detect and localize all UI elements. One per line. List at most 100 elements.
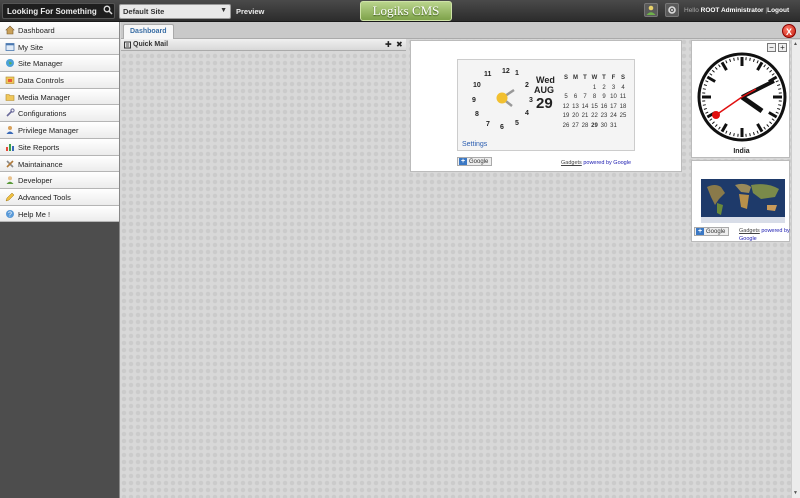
clock-number: 11	[484, 71, 492, 78]
sidebar-item-my-site[interactable]: My Site	[0, 38, 119, 56]
calendar-day-cell[interactable]: 15	[590, 104, 600, 110]
gadgets-link[interactable]: Gadgets	[561, 160, 582, 166]
weekday-header: S	[563, 75, 568, 81]
drag-handle-icon[interactable]	[124, 41, 131, 49]
calendar-day-cell[interactable]: 28	[580, 123, 590, 129]
calendar-day-cell[interactable]: 7	[580, 94, 590, 100]
clock-number: 5	[515, 120, 519, 127]
clock-tick	[733, 57, 735, 61]
help-icon: ?	[6, 209, 14, 218]
clock-number: 1	[515, 70, 519, 77]
weekday-header: T	[583, 75, 587, 81]
calendar-day-cell[interactable]: 30	[599, 123, 609, 129]
calendar-day-cell[interactable]: 2	[599, 85, 609, 91]
calendar-day-cell[interactable]: 1	[590, 85, 600, 91]
sidebar-item-maintainance[interactable]: Maintainance	[0, 155, 119, 173]
calendar-day-cell[interactable]: 16	[599, 104, 609, 110]
clock-number: 3	[529, 97, 533, 104]
sidebar-item-developer[interactable]: Developer	[0, 172, 119, 189]
quick-mail-widget-header[interactable]: Quick Mail ✚ ✖	[121, 39, 406, 51]
search-input[interactable]: Looking For Something	[2, 3, 115, 19]
clock-tick	[749, 133, 751, 137]
calendar-day-cell[interactable]: 6	[571, 94, 581, 100]
calendar-day-cell[interactable]: 27	[571, 123, 581, 129]
calendar-day-cell[interactable]: 18	[618, 104, 628, 110]
preview-link[interactable]: Preview	[236, 7, 264, 16]
sidebar-item-site-reports[interactable]: Site Reports	[0, 138, 119, 156]
sidebar-item-data-controls[interactable]: Data Controls	[0, 72, 119, 89]
wrench-icon	[6, 108, 15, 118]
logout-link[interactable]: Logout	[767, 7, 789, 14]
calendar-day-cell[interactable]: 20	[571, 113, 581, 119]
sidebar-item-label: Site Reports	[18, 142, 60, 152]
calendar-day-cell[interactable]: 24	[609, 113, 619, 119]
sidebar-item-site-manager[interactable]: Site Manager	[0, 55, 119, 73]
clock-number: 4	[525, 110, 529, 117]
calendar-day-cell[interactable]: 19	[561, 113, 571, 119]
sidebar-item-dashboard[interactable]: Dashboard	[0, 22, 119, 39]
close-tab-button[interactable]: X	[782, 24, 796, 38]
calendar-day-cell[interactable]: 21	[580, 113, 590, 119]
weekday-header: S	[620, 75, 625, 81]
sidebar-item-help[interactable]: ? Help Me !	[0, 205, 119, 223]
world-map-image	[701, 179, 785, 223]
weekday-header: T	[602, 75, 606, 81]
clock-tick	[778, 88, 782, 90]
calendar-day-cell[interactable]: 23	[599, 113, 609, 119]
calendar-day-cell[interactable]: 9	[599, 94, 609, 100]
calendar-day-cell[interactable]: 8	[590, 94, 600, 100]
site-select[interactable]: Default Site ▼	[119, 4, 231, 19]
gadgets-link[interactable]: Gadgets	[739, 228, 760, 234]
google-label: Google	[469, 159, 489, 165]
tab-dashboard[interactable]: Dashboard	[123, 24, 174, 39]
add-to-google-button[interactable]: + Google	[694, 227, 729, 236]
calendar-day-cell[interactable]: 5	[561, 94, 571, 100]
sidebar-item-advanced-tools[interactable]: Advanced Tools	[0, 188, 119, 206]
clock-calendar-gadget: 12 1 2 3 4 5 6 7 8 9 10 11 Wed AUG 29 SM…	[410, 40, 682, 172]
user-profile-button[interactable]	[644, 3, 658, 17]
powered-by-google[interactable]: powered by Google	[583, 160, 631, 166]
calendar-day-cell[interactable]: 13	[571, 104, 581, 110]
calendar-day-cell[interactable]: 12	[561, 104, 571, 110]
clock-tick	[702, 104, 706, 106]
clock-tick	[778, 104, 782, 106]
plus-icon: +	[459, 158, 467, 165]
add-to-google-button[interactable]: + Google	[457, 157, 492, 166]
app-logo: Logiks CMS	[360, 1, 452, 21]
hello-label: Hello	[684, 7, 699, 14]
user-icon	[646, 5, 656, 15]
close-icon[interactable]: ✖	[396, 40, 403, 49]
scroll-down-icon[interactable]: ▼	[793, 490, 798, 496]
sidebar-item-media-manager[interactable]: Media Manager	[0, 88, 119, 106]
gadgets-powered-by: Gadgets powered by Google	[561, 160, 631, 166]
user-name: ROOT Administrator	[700, 7, 764, 14]
tab-bar: Dashboard	[121, 22, 800, 39]
calendar-day-cell[interactable]: 25	[618, 113, 628, 119]
chevron-down-icon: ▼	[220, 7, 227, 14]
search-icon[interactable]	[103, 5, 113, 15]
calendar-day-cell[interactable]: 10	[609, 94, 619, 100]
sidebar-item-label: Advanced Tools	[18, 192, 71, 202]
settings-link[interactable]: Settings	[462, 141, 487, 148]
calendar-day-cell[interactable]: 29	[590, 123, 600, 129]
sidebar-item-label: Configurations	[18, 109, 67, 119]
calendar-day-cell[interactable]: 31	[609, 123, 619, 129]
vertical-scrollbar[interactable]: ▲ ▼	[791, 40, 800, 498]
clock-number: 2	[525, 82, 529, 89]
calendar-day-cell[interactable]: 26	[561, 123, 571, 129]
calendar-day-cell[interactable]: 22	[590, 113, 600, 119]
pin-icon[interactable]: ✚	[385, 40, 392, 49]
calendar-day-cell[interactable]: 3	[609, 85, 619, 91]
settings-button[interactable]	[665, 3, 679, 17]
calendar-panel: 12 1 2 3 4 5 6 7 8 9 10 11 Wed AUG 29 SM…	[457, 59, 635, 151]
calendar-day-cell[interactable]: 17	[609, 104, 619, 110]
calendar-day-cell[interactable]: 11	[618, 94, 628, 100]
calendar-day: Wed	[536, 75, 555, 85]
sidebar-item-configurations[interactable]: Configurations	[0, 105, 119, 123]
calendar-day-cell[interactable]: 14	[580, 104, 590, 110]
sidebar-item-privilege-manager[interactable]: Privilege Manager	[0, 122, 119, 139]
weekday-header: M	[573, 75, 578, 81]
scroll-up-icon[interactable]: ▲	[793, 41, 798, 47]
developer-icon	[6, 176, 14, 185]
calendar-day-cell[interactable]: 4	[618, 85, 628, 91]
